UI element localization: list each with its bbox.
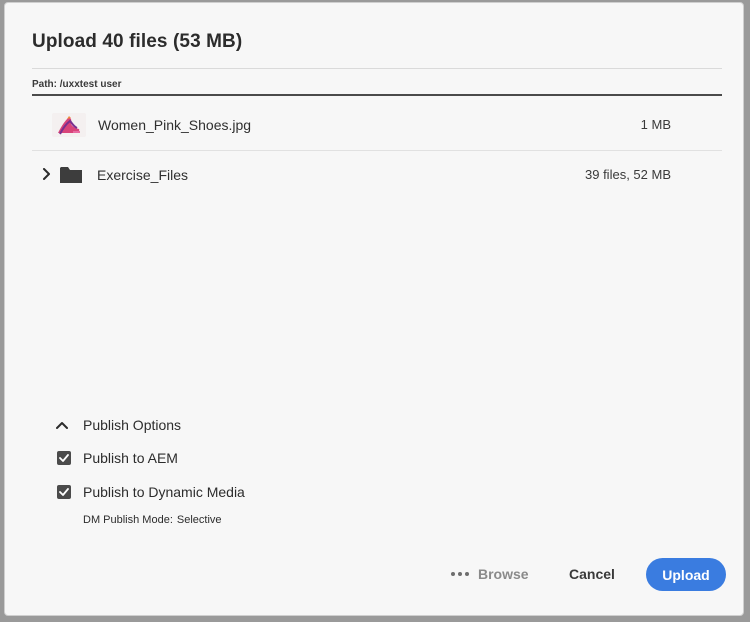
file-size: 1 MB	[640, 117, 671, 132]
browse-button[interactable]: Browse	[451, 562, 529, 586]
publish-options-toggle[interactable]: Publish Options	[55, 413, 181, 437]
folder-row[interactable]: Exercise_Files 39 files, 52 MB	[32, 150, 722, 200]
checkmark-icon	[57, 451, 71, 465]
publish-to-dynamic-media-label: Publish to Dynamic Media	[83, 484, 245, 500]
cancel-button[interactable]: Cancel	[569, 562, 615, 586]
dm-publish-mode-value: Selective	[176, 514, 222, 526]
folder-name: Exercise_Files	[97, 167, 189, 183]
upload-path: Path: /uxxtest user	[32, 79, 122, 90]
path-divider	[32, 94, 722, 96]
more-dots-icon	[451, 572, 469, 576]
image-thumbnail-icon	[52, 113, 86, 137]
title-divider	[32, 68, 722, 69]
publish-options-label: Publish Options	[83, 417, 182, 433]
publish-to-dynamic-media-checkbox[interactable]: Publish to Dynamic Media	[57, 481, 245, 503]
file-row[interactable]: Women_Pink_Shoes.jpg 1 MB	[32, 100, 722, 151]
checkmark-icon	[57, 485, 71, 499]
folder-icon	[59, 164, 83, 184]
dm-publish-mode-label: DM Publish Mode:	[83, 514, 173, 526]
dm-publish-mode: DM Publish Mode: Selective	[83, 514, 222, 526]
file-name: Women_Pink_Shoes.jpg	[98, 117, 252, 133]
chevron-up-icon	[55, 418, 69, 432]
publish-to-aem-checkbox[interactable]: Publish to AEM	[57, 447, 178, 469]
upload-button[interactable]: Upload	[646, 558, 726, 591]
upload-dialog: Upload 40 files (53 MB) Path: /uxxtest u…	[4, 2, 744, 616]
browse-label: Browse	[478, 566, 529, 582]
publish-to-aem-label: Publish to AEM	[83, 450, 178, 466]
folder-size: 39 files, 52 MB	[585, 167, 671, 182]
chevron-right-icon[interactable]	[40, 164, 54, 184]
dialog-title: Upload 40 files (53 MB)	[32, 31, 243, 52]
